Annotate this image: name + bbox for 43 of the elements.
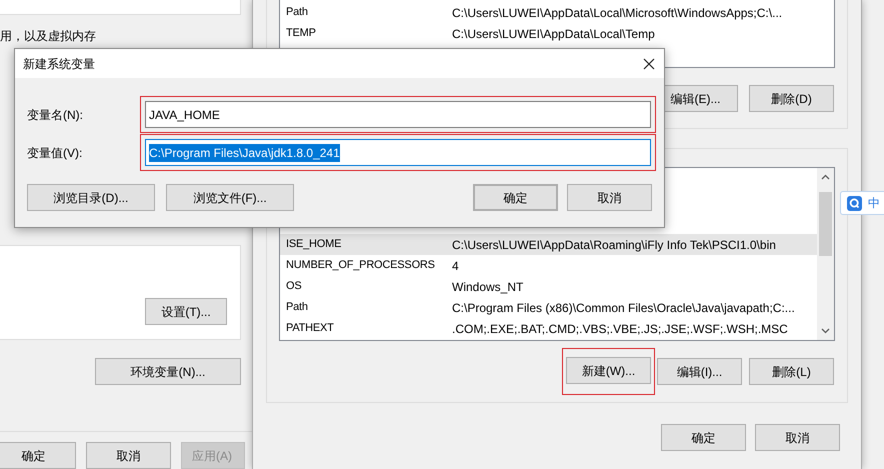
button[interactable]: 环境变量(N)... xyxy=(95,358,241,385)
input-mode-label: 中 xyxy=(868,195,880,212)
variable-name: ISE_HOME xyxy=(285,237,342,252)
field-label: 变量名(N): xyxy=(26,106,84,124)
scrollbar[interactable] xyxy=(817,168,834,340)
variable-value: 4 xyxy=(452,258,459,274)
variable-value: Windows_NT xyxy=(452,278,524,296)
variable-name: Path xyxy=(285,5,309,20)
button[interactable]: 新建(W)... xyxy=(566,357,651,384)
button[interactable]: 编辑(I)... xyxy=(657,358,742,385)
variable-value: C:\Program Files (x86)\Common Files\Oracle\Java\javapath;C:... xyxy=(452,300,795,316)
variable-value: C:\Users\LUWEI\AppData\Local\Temp xyxy=(452,26,655,42)
button[interactable]: 设置(T)... xyxy=(145,298,227,325)
ime-toolbar[interactable]: 中 xyxy=(840,191,884,215)
input-field[interactable]: C:\Program Files\Java\jdk1.8.0_241 xyxy=(145,139,651,166)
variable-value: .COM;.EXE;.BAT;.CMD;.VBS;.VBE;.JS;.JSE;.WSF;.WSH;.MSC xyxy=(452,320,788,338)
list-row[interactable]: ISE_HOME C:\Users\LUWEI\AppData\Roaming\iFly Info Tek\PSCI1.0\bin xyxy=(280,234,817,255)
variable-name: TEMP xyxy=(285,26,317,42)
button[interactable]: 浏览文件(F)... xyxy=(166,184,294,211)
q-logo-icon xyxy=(847,196,862,210)
variable-name: Path xyxy=(285,300,309,316)
button[interactable]: 确定 xyxy=(0,442,76,469)
variable-value: C:\Users\LUWEI\AppData\Local\Microsoft\WindowsApps;C:\... xyxy=(452,4,782,22)
input-field[interactable]: JAVA_HOME xyxy=(145,101,651,128)
button[interactable]: 删除(D) xyxy=(749,85,834,112)
scroll-down-icon[interactable] xyxy=(821,328,830,334)
window-title: 新建系统变量 xyxy=(23,56,95,72)
button[interactable]: 浏览目录(D)... xyxy=(27,184,155,211)
button[interactable]: 取消 xyxy=(86,442,171,469)
description-text: 用，以及虚拟内存 xyxy=(0,29,97,44)
variable-value: C:\Users\LUWEI\AppData\Roaming\iFly Info Tek\PSCI1.0\bin xyxy=(452,236,776,254)
button[interactable]: 取消 xyxy=(567,184,652,211)
variable-name: PATHEXT xyxy=(285,321,335,336)
scrollbar-thumb[interactable] xyxy=(819,192,832,256)
button[interactable]: 取消 xyxy=(755,424,840,451)
button[interactable]: 确定 xyxy=(661,424,746,451)
scroll-up-icon[interactable] xyxy=(821,174,830,180)
variable-name: OS xyxy=(285,279,302,294)
variable-name: NUMBER_OF_PROCESSORS xyxy=(285,258,436,274)
field-label: 变量值(V): xyxy=(26,144,84,162)
close-icon[interactable] xyxy=(643,58,655,70)
button[interactable]: 确定 xyxy=(473,184,558,211)
button[interactable]: 删除(L) xyxy=(749,358,834,385)
